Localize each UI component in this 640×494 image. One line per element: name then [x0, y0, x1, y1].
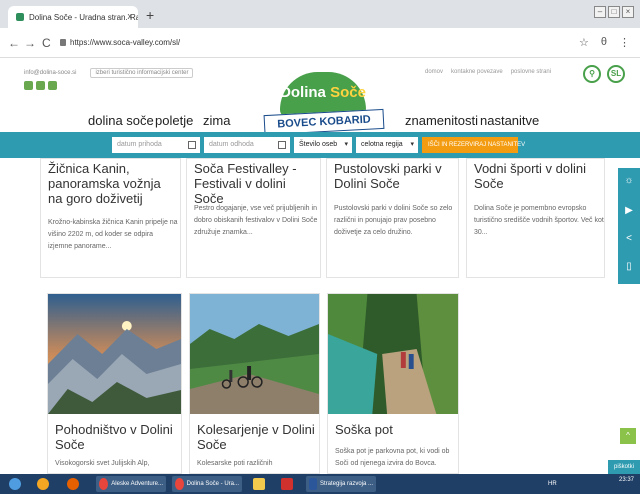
maximize-button[interactable]: □	[608, 6, 620, 18]
language-button[interactable]: SL	[607, 65, 625, 83]
email-link[interactable]: info@dolina-soce.si	[24, 70, 76, 76]
card-title: Pustolovski parki v Dolini Soče	[334, 161, 442, 191]
card-festivalley[interactable]: Soča Festivalley - Festivali v dolini So…	[186, 158, 321, 278]
folder-icon	[253, 478, 265, 490]
top-link-contacts[interactable]: kontakne povezave	[451, 69, 503, 75]
card-desc: Soška pot je parkovna pot, ki vodi ob So…	[335, 448, 450, 467]
weather-icon[interactable]: ☼	[622, 174, 636, 188]
card-desc: Pestro dogajanje, vse več prijubljenih i…	[194, 205, 318, 236]
site-favicon-icon	[16, 13, 24, 21]
top-link-home[interactable]: domov	[425, 69, 443, 75]
account-icon[interactable]: θ	[601, 36, 607, 49]
taskbar-app-2[interactable]: Dolina Soče - Ura...	[172, 476, 242, 492]
chevron-down-icon: ▾	[344, 141, 348, 148]
top-link-business[interactable]: poslovne strani	[511, 69, 551, 75]
firefox-icon	[67, 478, 79, 490]
minimize-button[interactable]: –	[594, 6, 606, 18]
card-desc: Kolesarske poti različnih	[197, 460, 273, 467]
nav-poletje[interactable]: poletje	[155, 113, 193, 128]
social-links	[24, 81, 57, 90]
tray-language[interactable]: HR	[545, 476, 560, 492]
region-select[interactable]: celotna regija ▾	[356, 137, 418, 153]
calendar-icon	[278, 141, 286, 149]
instagram-icon[interactable]	[36, 81, 45, 90]
forward-button[interactable]: →	[24, 36, 36, 50]
info-center-select[interactable]: izberi turistično informacijski center	[90, 68, 194, 78]
youtube-icon[interactable]	[48, 81, 57, 90]
card-desc: Visokogorski svet Julijskih Alp,	[55, 460, 150, 467]
card-title: Pohodništvo v Dolini Soče	[55, 422, 173, 452]
right-toolbar: ☼ ▶ < ▯	[618, 168, 640, 284]
taskbar-folder-icon[interactable]	[250, 476, 268, 492]
nav-dolina-soce[interactable]: dolina soče	[88, 113, 154, 128]
arrival-date-field[interactable]: datum prihoda	[112, 137, 200, 153]
address-bar: ← → C https://www.soca-valley.com/sl/ ☆ …	[0, 28, 640, 58]
search-button[interactable]: ⚲	[583, 65, 601, 83]
booking-bar: datum prihoda datum odhoda Število oseb …	[0, 132, 640, 158]
chrome-icon	[99, 478, 109, 490]
card-adventure-parks[interactable]: Pustolovski parki v Dolini Soče Pustolov…	[326, 158, 459, 278]
card-title: Žičnica Kanin, panoramska vožnja na goro…	[48, 161, 161, 206]
nav-znamenitosti[interactable]: znamenitosti	[405, 113, 478, 128]
card-soca-trail[interactable]: Soška pot Soška pot je parkovna pot, ki …	[327, 293, 459, 474]
back-button[interactable]: ←	[8, 36, 20, 50]
url-text: https://www.soca-valley.com/sl/	[70, 38, 181, 47]
windows-start-icon	[9, 478, 21, 490]
card-title: Kolesarjenje v Dolini Soče	[197, 422, 315, 452]
chrome-icon	[175, 478, 184, 490]
card-kanin[interactable]: Žičnica Kanin, panoramska vožnja na goro…	[40, 158, 181, 278]
lock-icon	[60, 39, 66, 46]
departure-date-field[interactable]: datum odhoda	[204, 137, 290, 153]
browser-tab[interactable]: Dolina Soče - Uradna stran. Raj : x	[8, 6, 138, 28]
video-icon[interactable]: ▶	[622, 204, 636, 218]
window-controls: – □ ×	[594, 6, 634, 18]
chevron-down-icon: ▾	[410, 141, 414, 148]
tray-clock[interactable]: 23:37	[619, 477, 634, 484]
reload-button[interactable]: C	[42, 36, 51, 50]
card-title: Vodni športi v dolini Soče	[474, 161, 587, 191]
logo-title: Dolina Soče	[280, 84, 366, 101]
card-title: Soška pot	[335, 422, 393, 437]
cookies-button[interactable]: piškotki	[608, 460, 640, 474]
word-icon	[309, 478, 317, 490]
card-desc: Dolina Soče je pomembno evropsko turisti…	[474, 205, 604, 236]
card-title: Soča Festivalley - Festivali v dolini So…	[194, 161, 297, 206]
scroll-up-button[interactable]: ^	[620, 428, 636, 444]
reserve-button[interactable]: IŠČI IN REZERVIRAJ NASTANITEV	[422, 137, 525, 153]
persons-select[interactable]: Število oseb ▾	[294, 137, 352, 153]
nav-zima[interactable]: zima	[203, 113, 230, 128]
contact-line: info@dolina-soce.si izberi turistično in…	[24, 68, 194, 78]
taskbar-app-1[interactable]: Aleske Adventure...	[96, 476, 166, 492]
card-cycling[interactable]: Kolesarjenje v Dolini Soče Kolesarske po…	[189, 293, 320, 474]
browser-menu-icon[interactable]: ⋮	[619, 36, 630, 49]
bookmark-star-icon[interactable]: ☆	[579, 36, 589, 49]
url-field[interactable]: https://www.soca-valley.com/sl/	[60, 38, 180, 47]
nav-nastanitve[interactable]: nastanitve	[480, 113, 539, 128]
card-water-sports[interactable]: Vodni športi v dolini Soče Dolina Soče j…	[466, 158, 605, 278]
new-tab-button[interactable]: +	[146, 7, 154, 23]
card-desc: Pustolovski parki v dolini Soče so zelo …	[334, 205, 453, 236]
os-taskbar: Aleske Adventure... Dolina Soče - Ura...…	[0, 474, 640, 494]
pdf-icon	[281, 478, 293, 490]
card-hiking[interactable]: Pohodništvo v Dolini Soče Visokogorski s…	[47, 293, 182, 474]
card-desc: Krožno-kabinska žičnica Kanin pripelje n…	[48, 219, 178, 250]
close-window-button[interactable]: ×	[622, 6, 634, 18]
tab-title: Dolina Soče - Uradna stran. Raj :	[29, 12, 138, 22]
mobile-icon[interactable]: ▯	[622, 260, 636, 274]
top-links: domov kontakne povezave poslovne strani	[425, 69, 551, 75]
start-button[interactable]	[6, 476, 24, 492]
soca-trail-photo	[328, 294, 458, 414]
taskbar-firefox-icon[interactable]	[64, 476, 82, 492]
tab-close-icon[interactable]: x	[128, 11, 133, 21]
media-player-icon	[37, 478, 49, 490]
facebook-icon[interactable]	[24, 81, 33, 90]
hiking-photo	[48, 294, 181, 414]
taskbar-pdf-icon[interactable]	[278, 476, 296, 492]
browser-tabbar: Dolina Soče - Uradna stran. Raj : x + – …	[0, 0, 640, 28]
calendar-icon	[188, 141, 196, 149]
cycling-photo	[190, 294, 319, 414]
taskbar-media-icon[interactable]	[34, 476, 52, 492]
share-icon[interactable]: <	[622, 232, 636, 246]
taskbar-app-3[interactable]: Strategija razvoja ...	[306, 476, 376, 492]
